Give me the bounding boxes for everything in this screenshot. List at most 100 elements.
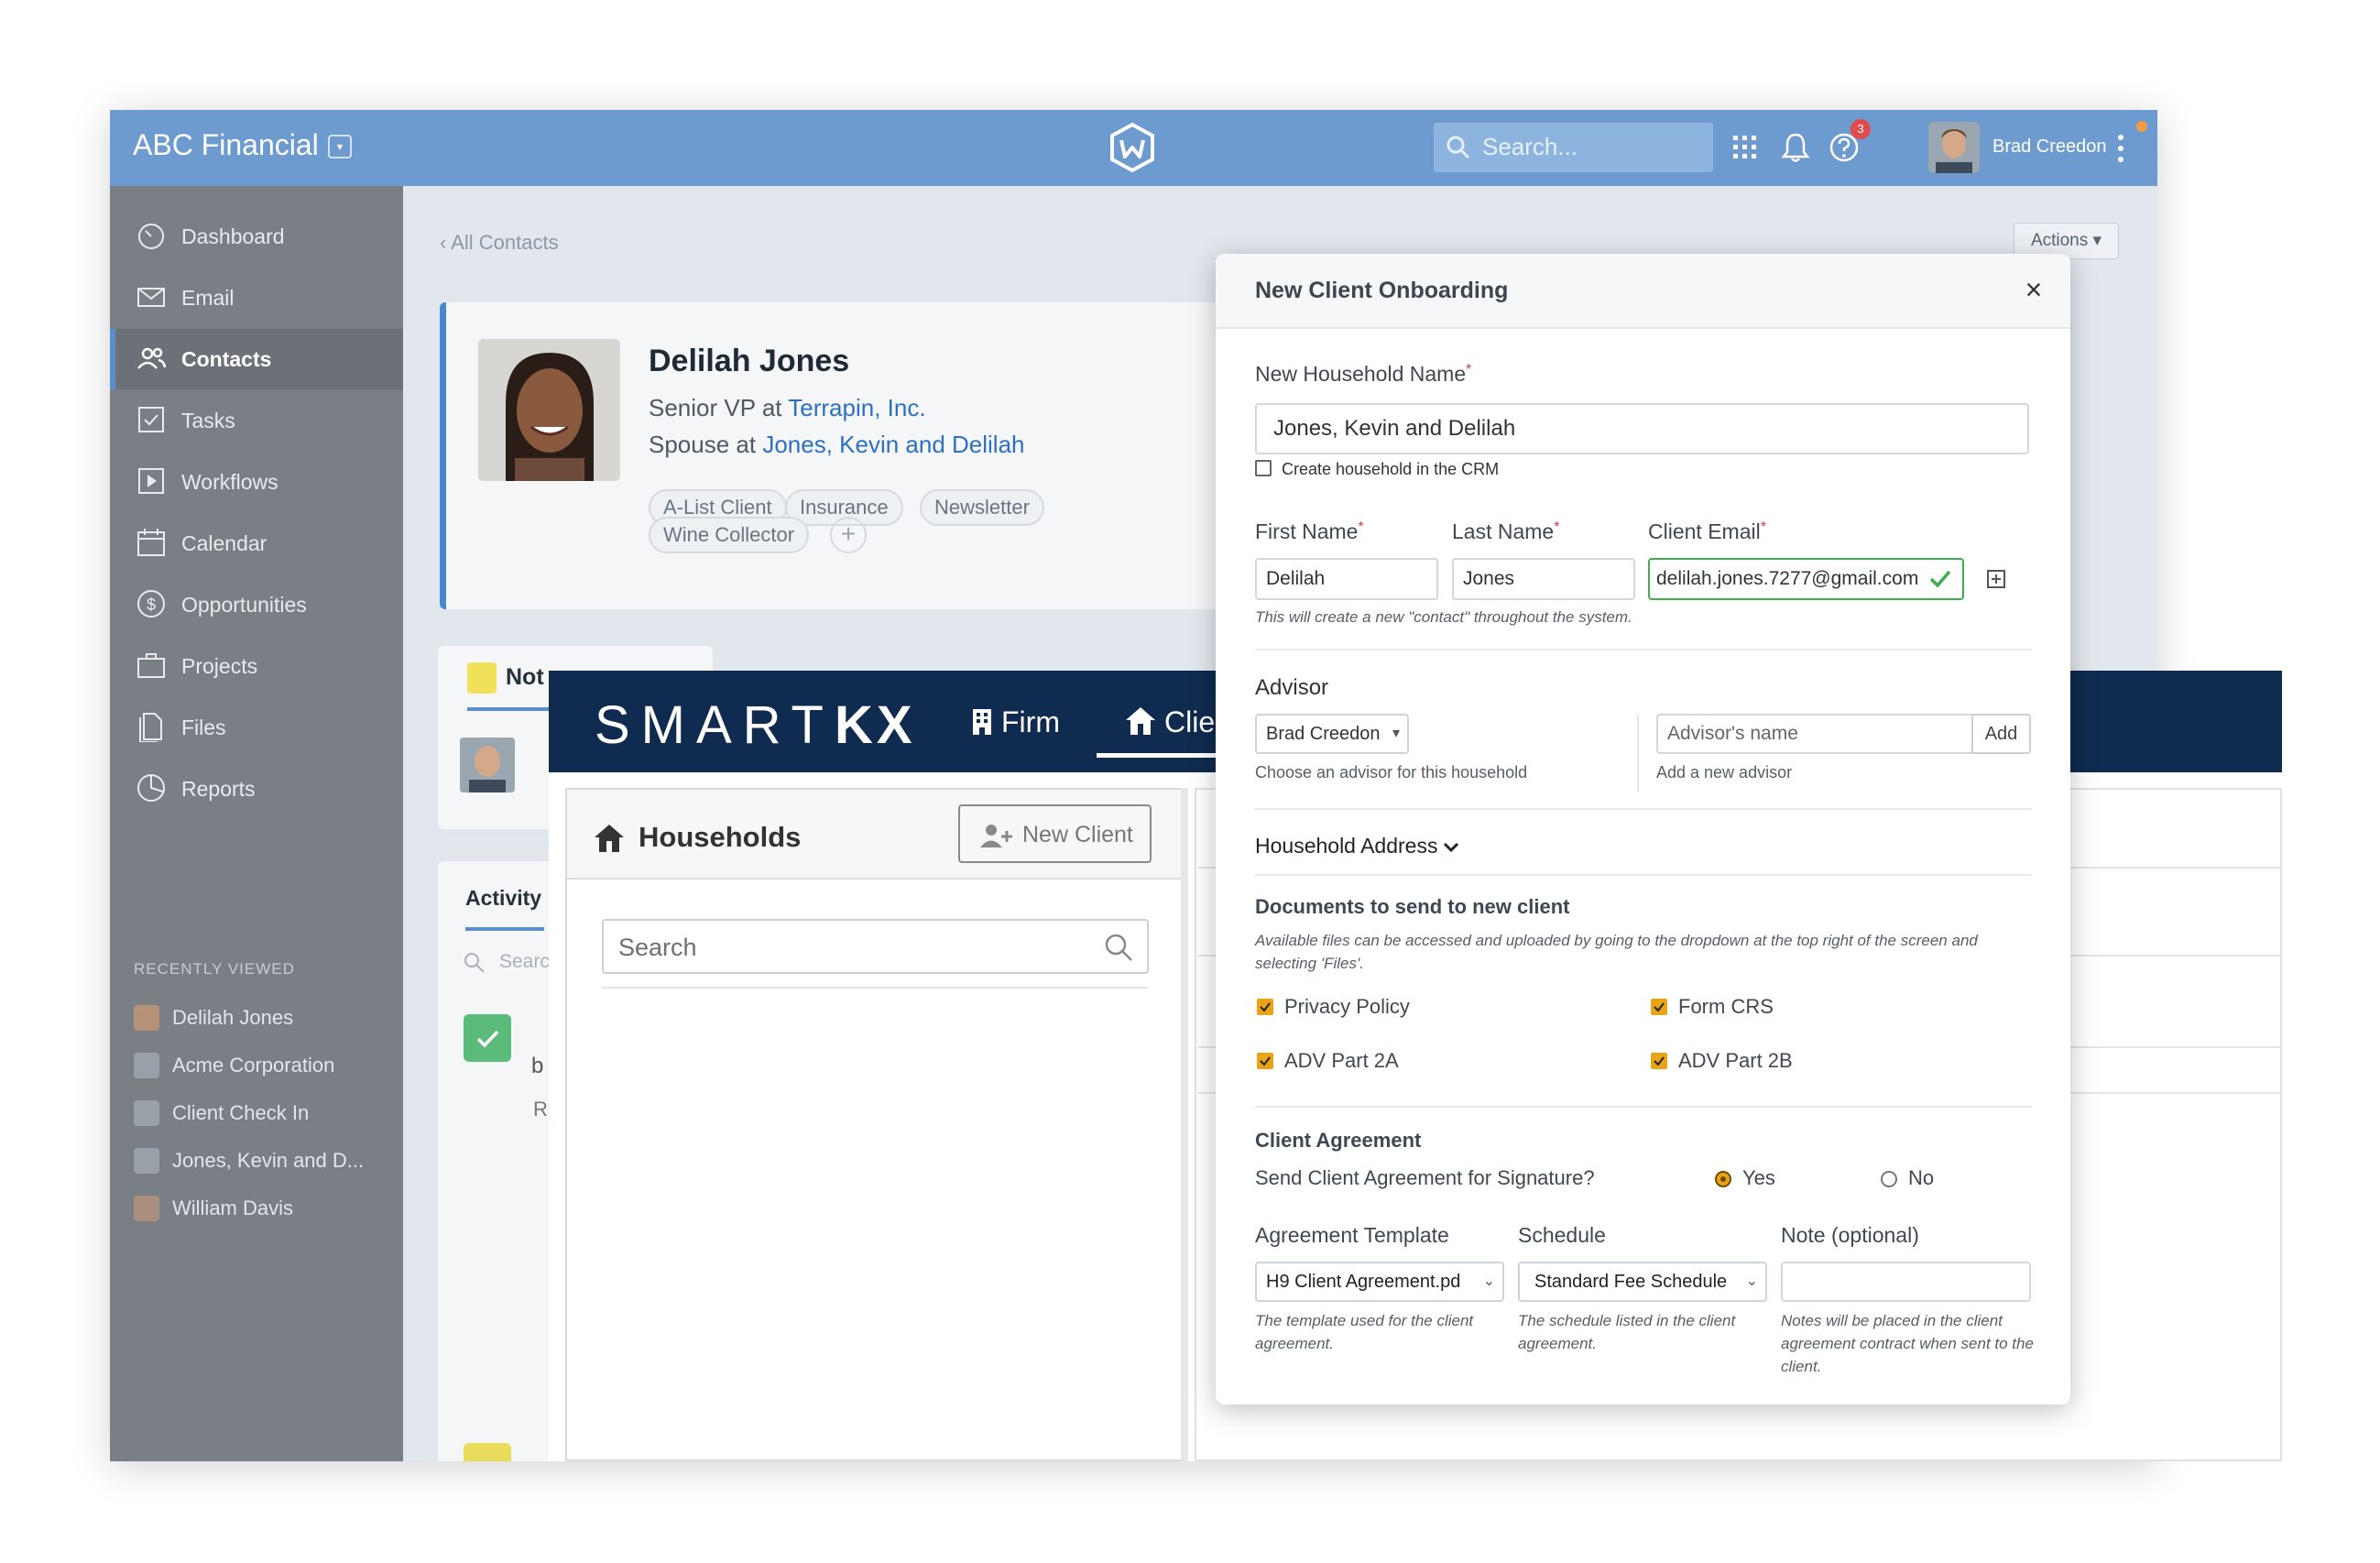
email-icon bbox=[137, 288, 165, 307]
sidebar-item-workflows[interactable]: Workflows bbox=[110, 452, 403, 512]
tasks-icon bbox=[138, 407, 164, 432]
create-household-checkbox[interactable] bbox=[1255, 460, 1272, 476]
user-avatar[interactable] bbox=[1928, 122, 1980, 173]
form-crs-checkbox[interactable] bbox=[1651, 999, 1667, 1015]
chevron-down-icon: ⌄ bbox=[1745, 1273, 1758, 1289]
sidebar-item-label: Files bbox=[181, 716, 226, 739]
documents-heading: Documents to send to new client bbox=[1255, 895, 1570, 918]
new-client-button[interactable]: New Client bbox=[958, 804, 1152, 863]
first-name-input[interactable]: Delilah bbox=[1255, 558, 1438, 600]
panel-splitter[interactable] bbox=[1181, 788, 1188, 1461]
add-advisor-button[interactable]: Add bbox=[1971, 714, 2031, 754]
sidebar-item-contacts[interactable]: Contacts bbox=[110, 329, 403, 389]
radio-no[interactable] bbox=[1881, 1171, 1897, 1187]
add-email-icon[interactable] bbox=[1987, 570, 2005, 588]
firm-name[interactable]: ABC Financial bbox=[133, 128, 319, 162]
tab-activity[interactable]: Activity bbox=[465, 886, 541, 911]
sidebar-item-opportunities[interactable]: $ Opportunities bbox=[110, 574, 403, 635]
sidebar-item-label: Projects bbox=[181, 654, 258, 678]
recent-item-label: William Davis bbox=[172, 1197, 293, 1219]
chevron-down-icon: ⌄ bbox=[1482, 1273, 1495, 1289]
modal-title: New Client Onboarding bbox=[1255, 278, 1509, 303]
divider bbox=[1255, 1106, 2032, 1108]
adv-part-2b-label: ADV Part 2B bbox=[1678, 1049, 1793, 1072]
svg-text:$: $ bbox=[147, 596, 156, 614]
more-options-icon[interactable] bbox=[2116, 130, 2125, 167]
activity-search-input[interactable]: Searc bbox=[499, 951, 550, 973]
wealthbox-topbar: ABC Financial ▾ Search... 3 Brad Creedon bbox=[110, 110, 2157, 186]
create-household-label: Create household in the CRM bbox=[1282, 460, 1500, 478]
sidebar-item-dashboard[interactable]: Dashboard bbox=[110, 206, 403, 267]
smartkx-logo[interactable]: SMARTKX bbox=[595, 694, 916, 756]
radio-yes-label: Yes bbox=[1742, 1166, 1775, 1189]
schedule-select[interactable]: Standard Fee Schedule ⌄ bbox=[1518, 1262, 1767, 1302]
task-icon bbox=[134, 1100, 159, 1126]
add-tag-button[interactable]: + bbox=[830, 517, 867, 553]
bell-icon[interactable] bbox=[1781, 132, 1810, 163]
tag-wine-collector[interactable]: Wine Collector bbox=[649, 517, 810, 553]
adv-part-2a-checkbox[interactable] bbox=[1257, 1053, 1273, 1069]
household-address-toggle[interactable]: Household Address bbox=[1255, 834, 1459, 858]
projects-icon bbox=[137, 653, 165, 678]
apps-grid-icon[interactable] bbox=[1731, 134, 1759, 161]
household-name-input[interactable]: Jones, Kevin and Delilah bbox=[1255, 403, 2029, 454]
adv-part-2b-checkbox[interactable] bbox=[1651, 1053, 1667, 1069]
household-name-label: New Household Name* bbox=[1255, 362, 1472, 386]
sidebar-item-email[interactable]: Email bbox=[110, 268, 403, 328]
task-complete-icon[interactable] bbox=[464, 1014, 511, 1062]
households-header: Households New Client bbox=[567, 790, 1182, 880]
check-icon bbox=[1260, 1056, 1271, 1066]
wealthbox-logo-icon[interactable] bbox=[1107, 122, 1158, 173]
help-icon[interactable] bbox=[1829, 132, 1860, 163]
advisor-help-text: Choose an advisor for this household bbox=[1255, 763, 1528, 782]
client-email-input[interactable]: delilah.jones.7277@gmail.com bbox=[1648, 558, 1964, 600]
recent-item-label: Delilah Jones bbox=[172, 1006, 294, 1029]
global-search-placeholder: Search... bbox=[1482, 133, 1578, 160]
recent-item-label: Jones, Kevin and D... bbox=[172, 1149, 365, 1172]
close-button[interactable]: × bbox=[2020, 275, 2047, 304]
user-name[interactable]: Brad Creedon bbox=[1992, 137, 2107, 158]
advisor-name-input[interactable]: Advisor's name bbox=[1656, 714, 1973, 754]
agreement-template-select[interactable]: H9 Client Agreement.pd ⌄ bbox=[1255, 1262, 1504, 1302]
template-help-text: The template used for the client agreeme… bbox=[1255, 1312, 1474, 1352]
template-selected-value: H9 Client Agreement.pd bbox=[1266, 1272, 1461, 1292]
spouse-prefix: Spouse at bbox=[649, 431, 763, 458]
sidebar-item-calendar[interactable]: Calendar bbox=[110, 513, 403, 574]
activity-fragment: R bbox=[533, 1098, 548, 1120]
label-text: First Name bbox=[1255, 519, 1359, 543]
logo-text-bold: KX bbox=[834, 695, 916, 755]
households-search-input[interactable]: Search bbox=[602, 919, 1149, 974]
label-text: New Household Name bbox=[1255, 362, 1467, 386]
chevron-down-icon bbox=[1444, 842, 1459, 853]
new-client-onboarding-modal: New Client Onboarding × New Household Na… bbox=[1216, 254, 2070, 1405]
sidebar-item-files[interactable]: Files bbox=[110, 697, 403, 758]
search-icon bbox=[464, 953, 485, 973]
schedule-selected-value: Standard Fee Schedule bbox=[1534, 1272, 1728, 1292]
sidebar-item-reports[interactable]: Reports bbox=[110, 759, 403, 819]
tag-newsletter[interactable]: Newsletter bbox=[920, 489, 1044, 526]
status-dot bbox=[2136, 121, 2147, 132]
firm-dropdown-icon[interactable]: ▾ bbox=[328, 135, 352, 158]
household-icon bbox=[595, 825, 624, 852]
last-name-input[interactable]: Jones bbox=[1452, 558, 1635, 600]
tab-notes[interactable]: Not bbox=[506, 664, 544, 691]
radio-yes[interactable] bbox=[1715, 1171, 1731, 1187]
sidebar-item-tasks[interactable]: Tasks bbox=[110, 390, 403, 451]
divider bbox=[1255, 649, 2032, 650]
files-icon bbox=[139, 713, 162, 742]
adv-part-2a-label: ADV Part 2A bbox=[1284, 1049, 1399, 1072]
advisor-select[interactable]: Brad Creedon ▾ bbox=[1255, 714, 1409, 754]
privacy-policy-checkbox[interactable] bbox=[1257, 999, 1273, 1015]
notes-icon bbox=[467, 662, 497, 694]
sidebar-item-label: Dashboard bbox=[181, 224, 285, 248]
note-input[interactable] bbox=[1781, 1262, 2031, 1302]
sidebar-item-projects[interactable]: Projects bbox=[110, 636, 403, 696]
breadcrumb[interactable]: ‹ All Contacts bbox=[440, 231, 559, 255]
caret-down-icon: ▾ bbox=[1392, 726, 1400, 741]
building-icon bbox=[973, 709, 991, 735]
client-agreement-heading: Client Agreement bbox=[1255, 1129, 1422, 1152]
nav-firm[interactable]: Firm bbox=[1001, 705, 1060, 739]
company-link[interactable]: Terrapin, Inc. bbox=[788, 394, 925, 421]
recently-viewed-heading: RECENTLY VIEWED bbox=[134, 960, 295, 978]
household-link[interactable]: Jones, Kevin and Delilah bbox=[762, 431, 1024, 458]
